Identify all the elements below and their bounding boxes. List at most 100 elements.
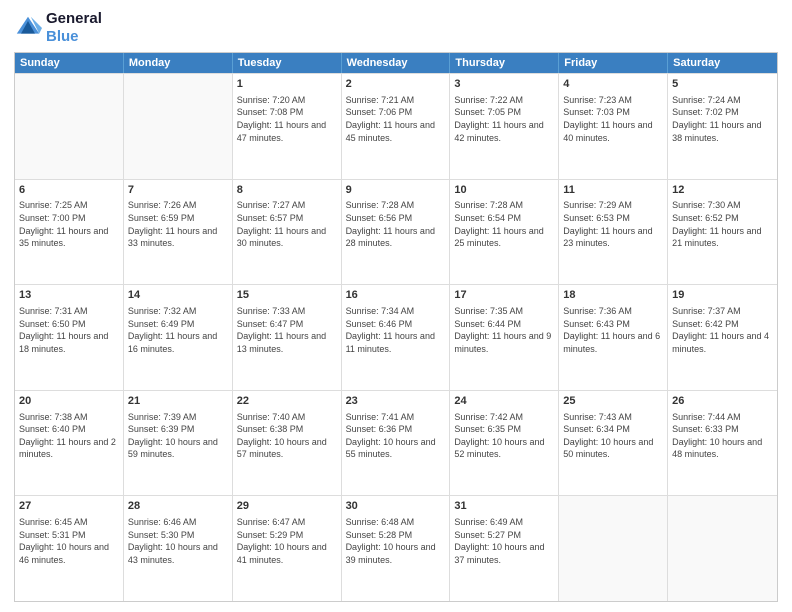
day-number: 1 xyxy=(237,77,337,92)
calendar-cell: 1 Sunrise: 7:20 AM Sunset: 7:08 PM Daylig… xyxy=(233,74,342,179)
logo-icon xyxy=(14,14,42,42)
day-info: Sunrise: 7:40 AM Sunset: 6:38 PM Dayligh… xyxy=(237,411,337,461)
day-info: Sunrise: 7:26 AM Sunset: 6:59 PM Dayligh… xyxy=(128,199,228,249)
calendar-cell: 21 Sunrise: 7:39 AM Sunset: 6:39 PM Dayli… xyxy=(124,391,233,496)
day-info: Sunrise: 7:44 AM Sunset: 6:33 PM Dayligh… xyxy=(672,411,773,461)
calendar-cell: 18Sunrise: 7:36 AM Sunset: 6:43 PM Dayli… xyxy=(559,285,668,390)
day-number: 19 xyxy=(672,288,773,303)
day-info: Sunrise: 7:38 AM Sunset: 6:40 PM Dayligh… xyxy=(19,411,119,461)
calendar-cell xyxy=(124,74,233,179)
day-number: 24 xyxy=(454,394,554,409)
day-info: Sunrise: 6:49 AM Sunset: 5:27 PM Dayligh… xyxy=(454,516,554,566)
calendar: SundayMondayTuesdayWednesdayThursdayFrid… xyxy=(14,52,778,602)
day-number: 21 xyxy=(128,394,228,409)
calendar-cell xyxy=(559,496,668,601)
day-info: Sunrise: 7:33 AM Sunset: 6:47 PM Dayligh… xyxy=(237,305,337,355)
day-number: 9 xyxy=(346,183,446,198)
day-info: Sunrise: 7:28 AM Sunset: 6:56 PM Dayligh… xyxy=(346,199,446,249)
calendar-week: 6Sunrise: 7:25 AM Sunset: 7:00 PM Daylig… xyxy=(15,179,777,285)
day-number: 28 xyxy=(128,499,228,514)
calendar-cell: 31 Sunrise: 6:49 AM Sunset: 5:27 PM Dayli… xyxy=(450,496,559,601)
calendar-cell: 17 Sunrise: 7:35 AM Sunset: 6:44 PM Dayli… xyxy=(450,285,559,390)
calendar-body: 1 Sunrise: 7:20 AM Sunset: 7:08 PM Daylig… xyxy=(15,73,777,601)
calendar-cell: 14 Sunrise: 7:32 AM Sunset: 6:49 PM Dayli… xyxy=(124,285,233,390)
day-info: Sunrise: 7:41 AM Sunset: 6:36 PM Dayligh… xyxy=(346,411,446,461)
calendar-cell: 20Sunrise: 7:38 AM Sunset: 6:40 PM Dayli… xyxy=(15,391,124,496)
calendar-cell: 11Sunrise: 7:29 AM Sunset: 6:53 PM Dayli… xyxy=(559,180,668,285)
page: General Blue SundayMondayTuesdayWednesda… xyxy=(0,0,792,612)
day-info: Sunrise: 7:43 AM Sunset: 6:34 PM Dayligh… xyxy=(563,411,663,461)
calendar-cell: 15 Sunrise: 7:33 AM Sunset: 6:47 PM Dayli… xyxy=(233,285,342,390)
day-number: 2 xyxy=(346,77,446,92)
day-info: Sunrise: 7:34 AM Sunset: 6:46 PM Dayligh… xyxy=(346,305,446,355)
day-info: Sunrise: 7:27 AM Sunset: 6:57 PM Dayligh… xyxy=(237,199,337,249)
day-number: 30 xyxy=(346,499,446,514)
calendar-cell: 6Sunrise: 7:25 AM Sunset: 7:00 PM Daylig… xyxy=(15,180,124,285)
calendar-header-cell: Monday xyxy=(124,53,233,73)
day-info: Sunrise: 7:24 AM Sunset: 7:02 PM Dayligh… xyxy=(672,94,773,144)
day-number: 8 xyxy=(237,183,337,198)
calendar-week: 13Sunrise: 7:31 AM Sunset: 6:50 PM Dayli… xyxy=(15,284,777,390)
day-info: Sunrise: 7:35 AM Sunset: 6:44 PM Dayligh… xyxy=(454,305,554,355)
calendar-cell: 24 Sunrise: 7:42 AM Sunset: 6:35 PM Dayli… xyxy=(450,391,559,496)
day-number: 26 xyxy=(672,394,773,409)
calendar-week: 27Sunrise: 6:45 AM Sunset: 5:31 PM Dayli… xyxy=(15,495,777,601)
day-number: 7 xyxy=(128,183,228,198)
day-number: 27 xyxy=(19,499,119,514)
calendar-header-cell: Tuesday xyxy=(233,53,342,73)
calendar-cell: 5 Sunrise: 7:24 AM Sunset: 7:02 PM Daylig… xyxy=(668,74,777,179)
day-number: 10 xyxy=(454,183,554,198)
day-number: 15 xyxy=(237,288,337,303)
calendar-cell: 13Sunrise: 7:31 AM Sunset: 6:50 PM Dayli… xyxy=(15,285,124,390)
calendar-week: 20Sunrise: 7:38 AM Sunset: 6:40 PM Dayli… xyxy=(15,390,777,496)
day-number: 3 xyxy=(454,77,554,92)
day-number: 17 xyxy=(454,288,554,303)
day-number: 12 xyxy=(672,183,773,198)
calendar-cell: 25Sunrise: 7:43 AM Sunset: 6:34 PM Dayli… xyxy=(559,391,668,496)
calendar-cell: 26 Sunrise: 7:44 AM Sunset: 6:33 PM Dayli… xyxy=(668,391,777,496)
day-number: 31 xyxy=(454,499,554,514)
calendar-cell: 8Sunrise: 7:27 AM Sunset: 6:57 PM Daylig… xyxy=(233,180,342,285)
calendar-cell: 19 Sunrise: 7:37 AM Sunset: 6:42 PM Dayli… xyxy=(668,285,777,390)
calendar-cell: 4Sunrise: 7:23 AM Sunset: 7:03 PM Daylig… xyxy=(559,74,668,179)
day-info: Sunrise: 7:37 AM Sunset: 6:42 PM Dayligh… xyxy=(672,305,773,355)
calendar-header-cell: Thursday xyxy=(450,53,559,73)
calendar-header-cell: Saturday xyxy=(668,53,777,73)
calendar-header-cell: Wednesday xyxy=(342,53,451,73)
day-number: 4 xyxy=(563,77,663,92)
calendar-cell xyxy=(15,74,124,179)
calendar-header-cell: Sunday xyxy=(15,53,124,73)
calendar-cell: 30 Sunrise: 6:48 AM Sunset: 5:28 PM Dayli… xyxy=(342,496,451,601)
day-info: Sunrise: 7:22 AM Sunset: 7:05 PM Dayligh… xyxy=(454,94,554,144)
day-number: 16 xyxy=(346,288,446,303)
day-number: 6 xyxy=(19,183,119,198)
logo-text: General Blue xyxy=(46,10,102,46)
day-info: Sunrise: 7:42 AM Sunset: 6:35 PM Dayligh… xyxy=(454,411,554,461)
logo: General Blue xyxy=(14,10,102,46)
day-number: 22 xyxy=(237,394,337,409)
calendar-cell: 12Sunrise: 7:30 AM Sunset: 6:52 PM Dayli… xyxy=(668,180,777,285)
calendar-header: SundayMondayTuesdayWednesdayThursdayFrid… xyxy=(15,53,777,73)
day-info: Sunrise: 7:20 AM Sunset: 7:08 PM Dayligh… xyxy=(237,94,337,144)
day-number: 11 xyxy=(563,183,663,198)
calendar-cell: 7Sunrise: 7:26 AM Sunset: 6:59 PM Daylig… xyxy=(124,180,233,285)
day-number: 13 xyxy=(19,288,119,303)
calendar-cell: 22 Sunrise: 7:40 AM Sunset: 6:38 PM Dayli… xyxy=(233,391,342,496)
day-info: Sunrise: 7:28 AM Sunset: 6:54 PM Dayligh… xyxy=(454,199,554,249)
day-number: 14 xyxy=(128,288,228,303)
calendar-week: 1 Sunrise: 7:20 AM Sunset: 7:08 PM Daylig… xyxy=(15,73,777,179)
calendar-cell: 29Sunrise: 6:47 AM Sunset: 5:29 PM Dayli… xyxy=(233,496,342,601)
day-info: Sunrise: 6:47 AM Sunset: 5:29 PM Dayligh… xyxy=(237,516,337,566)
day-number: 5 xyxy=(672,77,773,92)
day-info: Sunrise: 6:48 AM Sunset: 5:28 PM Dayligh… xyxy=(346,516,446,566)
day-info: Sunrise: 7:39 AM Sunset: 6:39 PM Dayligh… xyxy=(128,411,228,461)
day-info: Sunrise: 7:25 AM Sunset: 7:00 PM Dayligh… xyxy=(19,199,119,249)
calendar-cell: 3 Sunrise: 7:22 AM Sunset: 7:05 PM Daylig… xyxy=(450,74,559,179)
calendar-cell: 16 Sunrise: 7:34 AM Sunset: 6:46 PM Dayli… xyxy=(342,285,451,390)
day-info: Sunrise: 7:32 AM Sunset: 6:49 PM Dayligh… xyxy=(128,305,228,355)
calendar-cell: 9Sunrise: 7:28 AM Sunset: 6:56 PM Daylig… xyxy=(342,180,451,285)
day-number: 23 xyxy=(346,394,446,409)
day-info: Sunrise: 7:36 AM Sunset: 6:43 PM Dayligh… xyxy=(563,305,663,355)
calendar-header-cell: Friday xyxy=(559,53,668,73)
calendar-cell xyxy=(668,496,777,601)
